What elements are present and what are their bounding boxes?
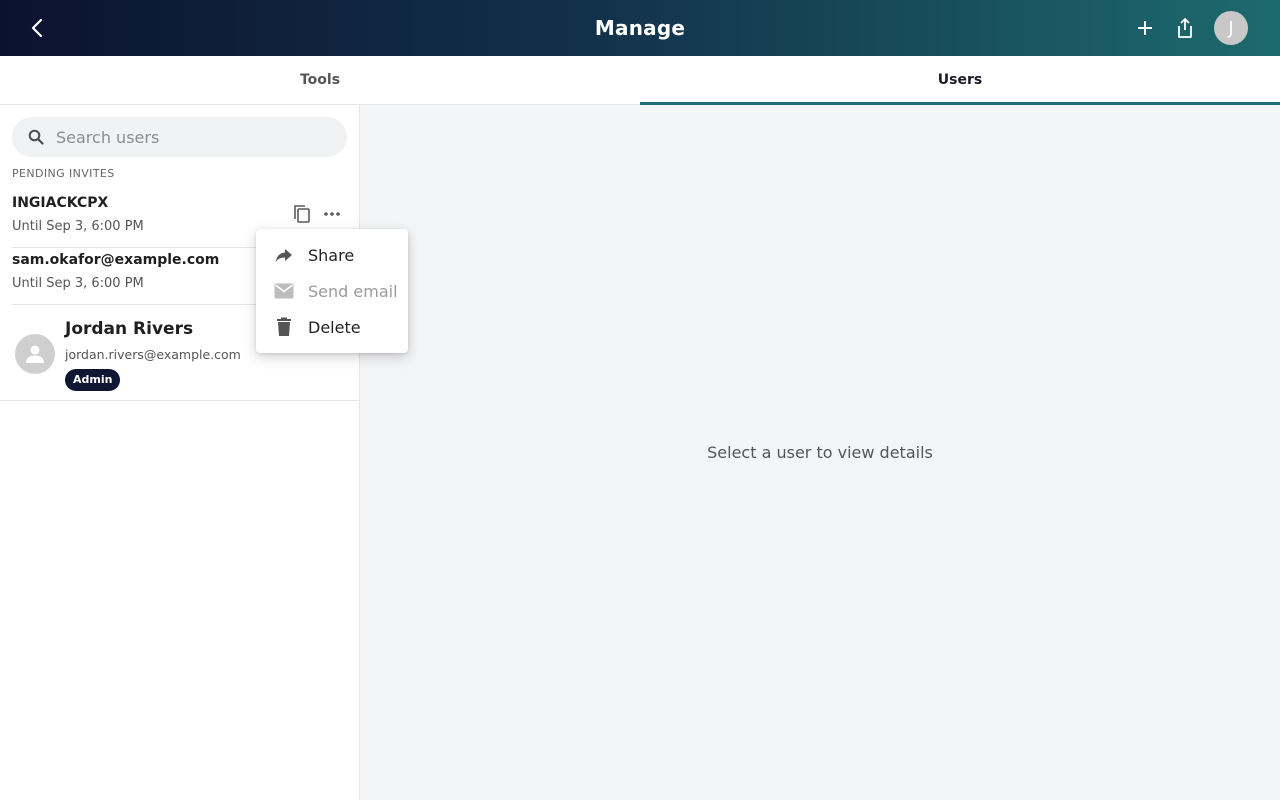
tab-users[interactable]: Users	[640, 56, 1280, 105]
email-icon	[274, 281, 294, 301]
user-email: jordan.rivers@example.com	[65, 347, 241, 362]
search-box	[12, 117, 347, 157]
menu-item-label: Send email	[308, 281, 398, 301]
copy-invite-button[interactable]	[291, 203, 313, 225]
share-export-button[interactable]	[1174, 17, 1196, 39]
menu-item-send-email[interactable]: Send email	[256, 273, 408, 309]
account-avatar[interactable]: J	[1214, 11, 1248, 45]
pending-invites-label: PENDING INVITES	[12, 167, 115, 180]
trash-icon	[274, 317, 294, 337]
more-horizontal-icon	[324, 212, 340, 216]
tab-tools[interactable]: Tools	[0, 56, 640, 104]
copy-icon	[294, 205, 310, 223]
header-actions: J	[1134, 10, 1248, 46]
role-badge: Admin	[65, 369, 121, 391]
person-icon	[26, 345, 44, 363]
user-detail-pane: Select a user to view details	[360, 105, 1280, 800]
top-app-bar: Manage J	[0, 0, 1280, 56]
page-title: Manage	[594, 16, 686, 40]
search-input[interactable]	[54, 126, 328, 148]
menu-item-share[interactable]: Share	[256, 237, 408, 273]
more-options-button[interactable]	[320, 203, 344, 225]
menu-item-label: Share	[308, 245, 355, 265]
invite-code: INGIACKCPX	[12, 195, 109, 211]
upload-share-icon	[1178, 18, 1192, 38]
invite-context-menu: Share Send email Delete	[256, 229, 408, 353]
chevron-left-icon	[31, 18, 43, 38]
empty-state-text: Select a user to view details	[707, 443, 933, 462]
invite-expiry: Until Sep 3, 6:00 PM	[12, 276, 144, 291]
tab-bar: Tools Users	[0, 56, 1280, 105]
menu-item-delete[interactable]: Delete	[256, 309, 408, 345]
search-icon	[28, 129, 44, 145]
users-sidebar: PENDING INVITES INGIACKCPX Until Sep 3, …	[0, 105, 360, 800]
invite-expiry: Until Sep 3, 6:00 PM	[12, 219, 144, 234]
avatar-initial: J	[1228, 17, 1234, 39]
menu-item-label: Delete	[308, 317, 361, 337]
add-button[interactable]	[1134, 17, 1156, 39]
plus-icon	[1138, 21, 1152, 35]
invite-email: sam.okafor@example.com	[12, 252, 220, 268]
back-button[interactable]	[24, 14, 52, 42]
avatar	[15, 334, 55, 374]
share-icon	[274, 245, 294, 265]
user-name: Jordan Rivers	[65, 319, 194, 339]
